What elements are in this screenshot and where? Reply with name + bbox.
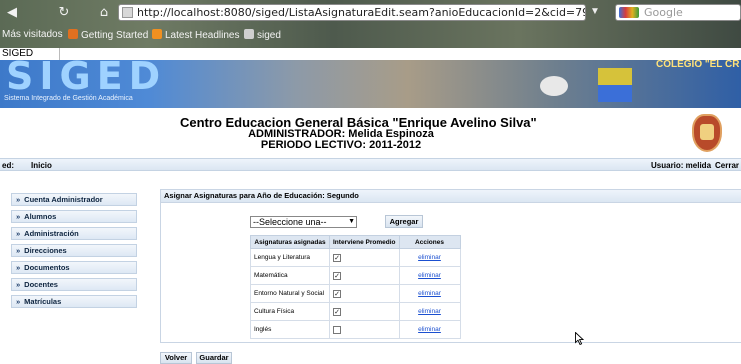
chevron-right-icon: » bbox=[16, 297, 21, 306]
rss-icon bbox=[152, 29, 162, 39]
sidebar-item-documentos[interactable]: » Documentos bbox=[11, 261, 137, 274]
delete-link[interactable]: eliminar bbox=[418, 326, 441, 333]
page-favicon-icon bbox=[122, 7, 133, 18]
search-placeholder: Google bbox=[644, 6, 683, 19]
bookmark-getting-started[interactable]: Getting Started bbox=[68, 29, 148, 41]
table-row: Entorno Natural y Social ✓ eliminar bbox=[250, 284, 461, 303]
address-bar[interactable]: http://localhost:8080/siged/ListaAsignat… bbox=[118, 4, 586, 21]
table-row: Cultura Física ✓ eliminar bbox=[250, 302, 461, 321]
actions-cell: eliminar bbox=[398, 266, 461, 285]
sidebar-item-alumnos[interactable]: » Alumnos bbox=[11, 210, 137, 223]
table-header-row: Asignaturas asignadas Interviene Promedi… bbox=[250, 235, 461, 249]
site-banner: SIGED Sistema Integrado de Gestión Acadé… bbox=[0, 60, 741, 108]
chevron-right-icon: » bbox=[16, 263, 21, 272]
average-cell bbox=[329, 320, 400, 339]
delete-link[interactable]: eliminar bbox=[418, 254, 441, 261]
add-button[interactable]: Agregar bbox=[385, 215, 423, 228]
breadcrumb: ed: Inicio Usuario: melida Cerrar S bbox=[0, 158, 741, 171]
column-header-subjects: Asignaturas asignadas bbox=[250, 235, 330, 249]
logout-link[interactable]: Cerrar S bbox=[715, 161, 741, 170]
reload-icon[interactable]: ↻ bbox=[56, 5, 72, 21]
flag-graphic bbox=[598, 68, 632, 102]
checkbox-checked[interactable]: ✓ bbox=[333, 307, 341, 316]
subject-select-value: --Seleccione una-- bbox=[253, 217, 327, 227]
delete-link[interactable]: eliminar bbox=[418, 308, 441, 315]
subject-name: Matemática bbox=[250, 266, 330, 285]
search-input[interactable]: Google bbox=[615, 4, 741, 21]
mouse-cursor-icon bbox=[575, 332, 584, 345]
school-crest-icon bbox=[692, 114, 722, 152]
checkbox-checked[interactable]: ✓ bbox=[333, 271, 341, 280]
back-button[interactable]: Volver bbox=[160, 352, 192, 364]
delete-link[interactable]: eliminar bbox=[418, 272, 441, 279]
page: ◀ ↻ ⌂ http://localhost:8080/siged/ListaA… bbox=[0, 0, 741, 364]
checkbox-unchecked[interactable] bbox=[333, 325, 341, 334]
actions-cell: eliminar bbox=[398, 284, 461, 303]
url-text: http://localhost:8080/siged/ListaAsignat… bbox=[137, 6, 585, 19]
browser-toolbar: ◀ ↻ ⌂ http://localhost:8080/siged/ListaA… bbox=[0, 0, 741, 48]
bookmark-most-visited[interactable]: Más visitados bbox=[2, 29, 63, 40]
subjects-table: Asignaturas asignadas Interviene Promedi… bbox=[250, 235, 461, 339]
ball-graphic bbox=[540, 76, 568, 96]
sidebar-menu: » Cuenta Administrador » Alumnos » Administ… bbox=[11, 193, 137, 312]
banner-subtitle: Sistema Integrado de Gestión Académica bbox=[4, 95, 133, 102]
panel-title: Asignar Asignaturas para Año de Educació… bbox=[161, 190, 741, 203]
subject-select[interactable]: --Seleccione una-- ▼ bbox=[250, 216, 357, 228]
actions-cell: eliminar bbox=[398, 302, 461, 321]
sidebar-item-docentes[interactable]: » Docentes bbox=[11, 278, 137, 291]
firefox-icon bbox=[68, 29, 78, 39]
chevron-right-icon: » bbox=[16, 280, 21, 289]
assign-subjects-panel: Asignar Asignaturas para Año de Educació… bbox=[160, 189, 741, 343]
delete-link[interactable]: eliminar bbox=[418, 290, 441, 297]
column-header-average: Interviene Promedio bbox=[329, 235, 400, 249]
banner-school-name: COLEGIO "EL CR bbox=[656, 60, 740, 70]
bookmark-siged[interactable]: siged bbox=[244, 29, 281, 41]
subject-name: Entorno Natural y Social bbox=[250, 284, 330, 303]
current-user: Usuario: melida bbox=[651, 161, 712, 170]
dropdown-arrow-icon[interactable]: ▼ bbox=[348, 217, 355, 227]
checkbox-checked[interactable]: ✓ bbox=[333, 289, 341, 298]
average-cell: ✓ bbox=[329, 266, 400, 285]
save-button[interactable]: Guardar bbox=[196, 352, 232, 364]
average-cell: ✓ bbox=[329, 248, 400, 267]
actions-cell: eliminar bbox=[398, 320, 461, 339]
actions-cell: eliminar bbox=[398, 248, 461, 267]
sidebar-item-cuenta-administrador[interactable]: » Cuenta Administrador bbox=[11, 193, 137, 206]
sidebar-item-administracion[interactable]: » Administración bbox=[11, 227, 137, 240]
sidebar-item-direcciones[interactable]: » Direcciones bbox=[11, 244, 137, 257]
bookmarks-bar: Más visitados Getting Started Latest Hea… bbox=[0, 26, 741, 44]
chevron-right-icon: » bbox=[16, 229, 21, 238]
table-row: Inglés eliminar bbox=[250, 320, 461, 339]
back-arrow-icon[interactable]: ◀ bbox=[4, 5, 20, 21]
bookmark-latest-headlines[interactable]: Latest Headlines bbox=[152, 29, 240, 41]
url-dropdown-icon[interactable]: ▼ bbox=[590, 6, 600, 17]
search-engine-icon[interactable] bbox=[619, 7, 639, 18]
academic-period: PERIODO LECTIVO: 2011-2012 bbox=[260, 139, 422, 151]
subject-name: Inglés bbox=[250, 320, 330, 339]
table-row: Matemática ✓ eliminar bbox=[250, 266, 461, 285]
column-header-actions: Acciones bbox=[398, 235, 461, 249]
breadcrumb-prefix: ed: bbox=[2, 161, 14, 170]
browser-tab[interactable]: SIGED bbox=[0, 48, 60, 60]
subject-name: Cultura Física bbox=[250, 302, 330, 321]
chevron-right-icon: » bbox=[16, 212, 21, 221]
home-icon[interactable]: ⌂ bbox=[96, 5, 112, 21]
sidebar-item-matriculas[interactable]: » Matrículas bbox=[11, 295, 137, 308]
breadcrumb-home-link[interactable]: Inicio bbox=[31, 161, 52, 170]
average-cell: ✓ bbox=[329, 302, 400, 321]
subject-name: Lengua y Literatura bbox=[250, 248, 330, 267]
page-icon bbox=[244, 29, 254, 39]
average-cell: ✓ bbox=[329, 284, 400, 303]
siged-logo: SIGED bbox=[6, 60, 167, 98]
chevron-right-icon: » bbox=[16, 195, 21, 204]
checkbox-checked[interactable]: ✓ bbox=[333, 253, 341, 262]
chevron-right-icon: » bbox=[16, 246, 21, 255]
table-row: Lengua y Literatura ✓ eliminar bbox=[250, 248, 461, 267]
